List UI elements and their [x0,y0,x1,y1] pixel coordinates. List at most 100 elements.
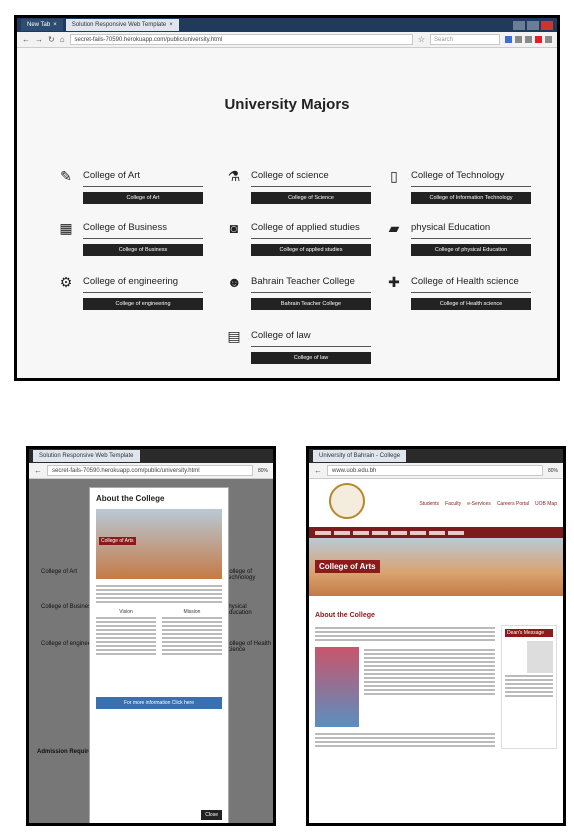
major-card: ✚ College of Health science College of H… [387,274,537,314]
major-card: ▦ College of Business College of Busines… [59,220,209,260]
college-button[interactable]: College of applied studies [251,244,371,256]
tab-label: Solution Responsive Web Template [39,453,134,459]
bg-major-4: College of Technology [225,569,256,581]
building-icon: ▤ [227,328,241,344]
pencil-icon: ✎ [60,168,72,184]
url-input[interactable]: secret-fails-70590.herokuapp.com/public/… [47,465,253,476]
reload-icon[interactable]: ↻ [48,35,55,44]
zoom-level: 80% [257,467,268,474]
uob-quick-link[interactable]: Faculty [445,501,461,507]
extension-icon[interactable] [535,36,542,43]
browser-nav-bar: ← secret-fails-70590.herokuapp.com/publi… [29,463,273,479]
uob-quick-link[interactable]: e-Services [467,501,491,507]
browser-tab-bar: New Tab × Solution Responsive Web Templat… [17,18,557,32]
uob-quick-link[interactable]: UOB Map [535,501,557,507]
more-info-button[interactable]: For more information Click here [96,697,222,709]
uob-quick-link[interactable]: Students [419,501,439,507]
uob-quick-links: Students Faculty e-Services Careers Portal U… [419,501,557,507]
toolbar-icons [505,36,552,43]
magazine-cover-image [315,647,359,727]
tab-active[interactable]: University of Bahrain - College [313,450,407,462]
major-name: College of engineering [83,276,179,287]
close-window-icon[interactable] [541,20,553,30]
mobile-icon: ▯ [390,168,398,184]
vision-title: Vision [119,609,133,615]
major-name: College of Business [83,222,167,233]
major-name: Bahrain Teacher College [251,276,355,287]
gear-icon: ⚙ [59,274,73,290]
browser-tab-bar: University of Bahrain - College [309,449,563,463]
close-icon[interactable]: × [53,22,57,28]
college-button[interactable]: College of Business [83,244,203,256]
tab-active[interactable]: Solution Responsive Web Template × [65,19,179,31]
major-name: College of Art [83,170,141,181]
user-icon: ☻ [227,274,242,290]
dean-box: Dean's Message [501,625,557,749]
major-name: College of Technology [411,170,505,181]
college-button[interactable]: College of engineering [83,298,203,310]
search-input[interactable]: Search [430,34,500,45]
bookmark-icon[interactable]: ☆ [418,35,425,44]
tab-new[interactable]: New Tab × [21,19,63,31]
major-card: ⚙ College of engineering College of engi… [59,274,209,314]
window-controls [513,20,553,30]
url-input[interactable]: www.uob.edu.bh [327,465,543,476]
medkit-icon: ✚ [388,274,400,290]
close-button[interactable]: Close [201,810,222,820]
camera-icon: ◙ [229,220,239,236]
uob-page: Students Faculty e-Services Careers Portal U… [309,479,563,823]
bg-major-6: College of Health science [225,641,272,653]
back-icon[interactable]: ← [22,35,30,44]
major-name: College of Health science [411,276,519,287]
college-button[interactable]: College of Science [251,192,371,204]
major-card: ▰ physical Education College of physical… [387,220,537,260]
minimize-icon[interactable] [513,20,525,30]
divider [411,186,531,187]
major-card: ⚗ College of science College of Science [227,168,377,208]
college-button[interactable]: College of law [251,352,371,364]
section-title: About the College [315,612,375,619]
close-icon[interactable]: × [169,22,173,28]
college-button[interactable]: College of Health science [411,298,531,310]
divider [251,186,371,187]
forward-icon[interactable]: → [35,35,43,44]
divider [411,238,531,239]
library-icon[interactable] [515,36,522,43]
uob-banner: College of Arts [309,538,563,596]
divider [251,238,371,239]
download-icon[interactable] [505,36,512,43]
left-screenshot: Solution Responsive Web Template ← secre… [26,446,276,826]
banner-label: College of Arts [315,560,380,573]
divider [251,346,371,347]
sidebar-icon[interactable] [525,36,532,43]
uob-quick-link[interactable]: Careers Portal [497,501,529,507]
bg-major-1: College of Art [41,569,78,575]
major-name: College of applied studies [251,222,360,233]
college-button[interactable]: College of Information Technology [411,192,531,204]
college-button[interactable]: College of physical Education [411,244,531,256]
home-icon[interactable]: ⌂ [60,35,65,44]
college-button[interactable]: College of Art [83,192,203,204]
modal-paragraph [96,585,222,603]
uob-header: Students Faculty e-Services Careers Portal U… [309,479,563,527]
major-name: physical Education [411,222,491,233]
about-modal: About the College College of Arts Vision… [89,487,229,823]
divider [83,186,203,187]
tab-label: University of Bahrain - College [319,453,401,459]
back-icon[interactable]: ← [34,466,42,475]
tab-label: New Tab [27,22,51,28]
page-title: University Majors [224,96,350,113]
maximize-icon[interactable] [527,20,539,30]
banner-label: College of Arts [99,537,136,545]
book-icon: ▰ [388,220,400,236]
college-button[interactable]: Bahrain Teacher College [251,298,371,310]
menu-icon[interactable] [545,36,552,43]
back-icon[interactable]: ← [314,466,322,475]
mission-column: Mission [162,609,222,657]
bg-major-5: physical Education [225,604,252,616]
dimmed-page: College of Art College of Business Colle… [29,479,273,823]
dean-title: Dean's Message [505,629,553,637]
tab-active[interactable]: Solution Responsive Web Template [33,450,140,462]
modal-title: About the College [96,494,165,503]
url-input[interactable]: secret-fails-70590.herokuapp.com/public/… [69,34,413,45]
